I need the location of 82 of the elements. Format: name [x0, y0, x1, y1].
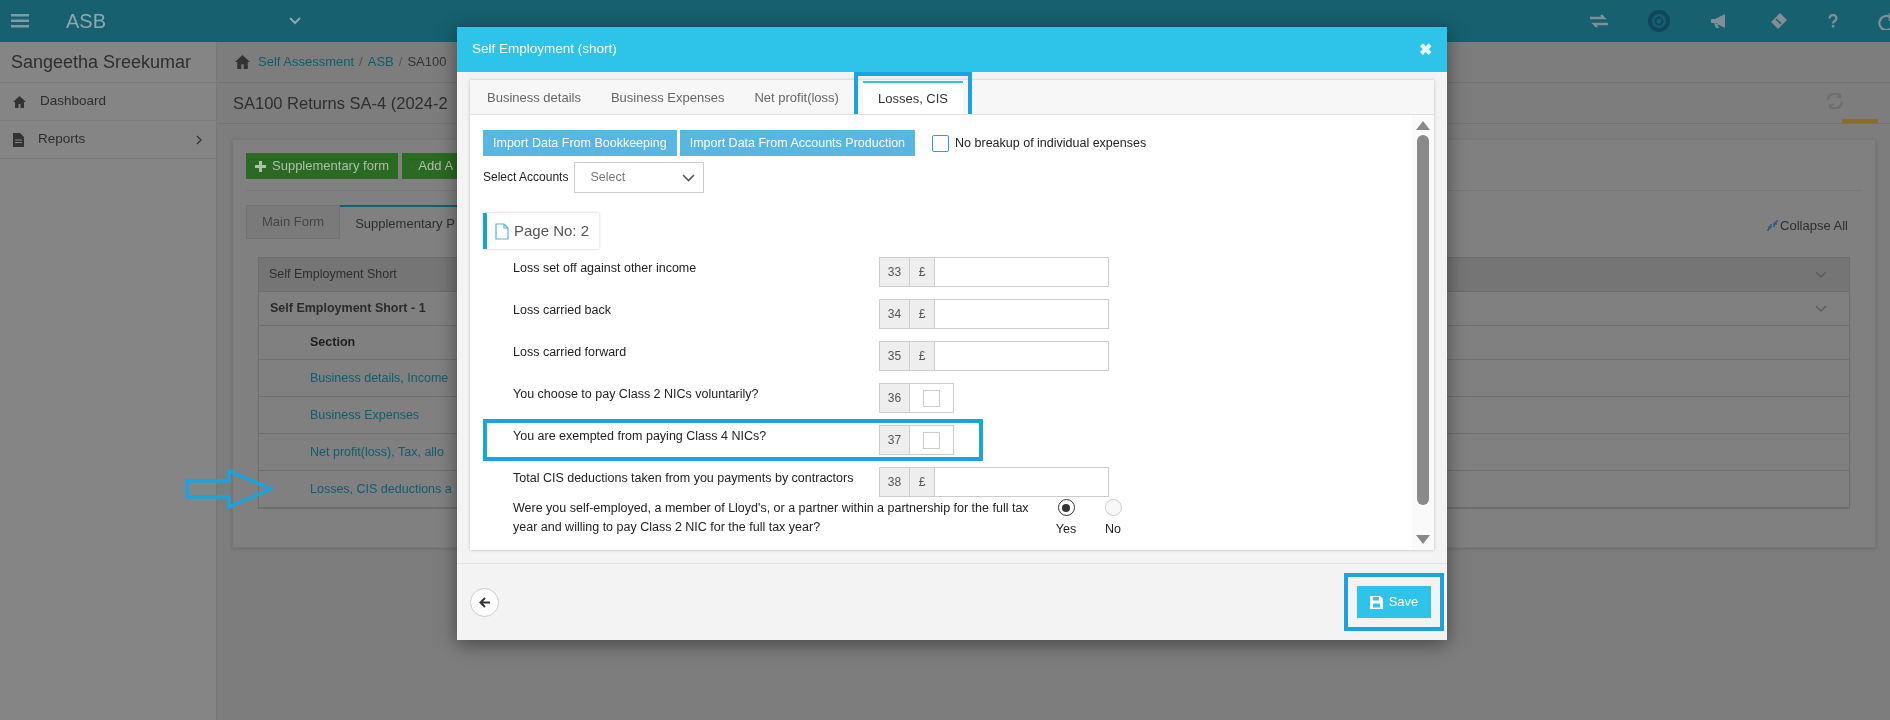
radio-button[interactable] — [1057, 499, 1075, 516]
field-label: Select Accounts — [483, 169, 569, 186]
currency-symbol: £ — [910, 299, 935, 329]
chevron-down-icon — [1815, 271, 1827, 278]
swap-arrows-icon — [1590, 14, 1608, 28]
import-button[interactable]: Import Data From Bookkeeping — [483, 130, 677, 156]
box-number: 37 — [879, 425, 910, 455]
home-icon — [13, 95, 26, 108]
section-link[interactable]: Net profit(loss), Tax, allo — [310, 442, 444, 462]
checkbox-label: No breakup of individual expenses — [955, 134, 1147, 152]
box-number: 38 — [879, 467, 910, 497]
dialog-tab[interactable]: Net profit(loss) — [739, 81, 854, 114]
amount-input[interactable] — [935, 299, 1109, 329]
field-label: You are exempted from paying Class 4 NICs? — [513, 428, 768, 445]
power-icon — [1878, 12, 1890, 30]
chevron-down-icon — [1815, 305, 1827, 312]
sidebar-item[interactable]: Reports — [0, 121, 216, 159]
document-icon — [13, 132, 24, 147]
plus-icon — [255, 160, 266, 172]
ticket-icon — [1770, 12, 1788, 30]
user-name: Sangeetha Sreekumar — [0, 42, 216, 83]
column-header: Section — [310, 334, 356, 352]
breadcrumb-link[interactable]: Self Assessment — [258, 52, 355, 72]
box-number: 33 — [879, 257, 910, 287]
toolbar-button[interactable]: Supplementary form — [246, 153, 399, 179]
arrow-left-icon — [478, 596, 491, 608]
box-number: 34 — [879, 299, 910, 329]
box-number: 36 — [879, 383, 910, 413]
checkbox[interactable] — [923, 389, 940, 407]
breadcrumb-link[interactable]: ASB — [367, 52, 394, 72]
page-number-tag: Page No: 2 — [483, 213, 600, 249]
app-name: ASB — [66, 9, 107, 34]
field-label: You choose to pay Class 2 NICs voluntarily? — [513, 386, 760, 403]
dialog-tab[interactable]: Business details — [472, 81, 596, 114]
checkbox[interactable] — [923, 431, 940, 449]
scrollbar[interactable] — [1412, 115, 1434, 550]
breadcrumb-current: SA100 — [407, 53, 447, 72]
section-link[interactable]: Business details, Income — [310, 368, 449, 388]
amount-input[interactable] — [935, 467, 1109, 497]
collapse-all-link[interactable]: Collapse All — [1767, 215, 1848, 235]
currency-symbol: £ — [910, 341, 935, 371]
menu-icon — [11, 14, 29, 28]
checkbox[interactable] — [932, 134, 950, 152]
collapse-icon — [1767, 219, 1779, 231]
currency-symbol: £ — [910, 257, 935, 287]
dialog-tab[interactable]: Business Expenses — [595, 81, 740, 114]
scroll-down-icon — [1416, 535, 1430, 544]
status-bar — [1842, 119, 1878, 123]
help-icon — [1828, 14, 1838, 28]
field-label: Loss carried forward — [513, 344, 628, 361]
subgroup-header[interactable]: Self Employment Short - 1 — [270, 299, 426, 318]
select-dropdown[interactable]: Select — [574, 162, 705, 193]
field-label: Loss carried back — [513, 302, 612, 319]
field-label: Total CIS deductions taken from you payments by contractors — [513, 470, 855, 487]
dialog-tab[interactable]: Losses, CIS — [862, 81, 964, 114]
sidebar-item[interactable]: Dashboard — [0, 83, 216, 121]
section-link[interactable]: Business Expenses — [310, 405, 420, 425]
back-button[interactable] — [470, 587, 499, 617]
group-header[interactable]: Self Employment Short — [269, 265, 397, 284]
section-link[interactable]: Losses, CIS deductions a — [310, 479, 452, 499]
chevron-down-icon — [289, 17, 302, 25]
page-title: SA100 Returns SA-4 (2024-2 — [233, 92, 448, 114]
chevron-down-icon — [682, 173, 696, 182]
amount-input[interactable] — [935, 257, 1109, 287]
field-label: Loss set off against other income — [513, 260, 698, 277]
radio-option[interactable]: Yes — [1051, 499, 1081, 539]
currency-symbol: £ — [910, 467, 935, 497]
save-button[interactable]: Save — [1357, 586, 1431, 618]
question-text: Were you self-employed, a member of Lloyd's, or a partner within a partnership for the full tax year and willing to pay Class 2 NIC for the full tax year? — [513, 500, 1030, 536]
import-button[interactable]: Import Data From Accounts Production — [679, 130, 916, 156]
breadcrumb-separator: / — [359, 53, 363, 72]
close-button[interactable]: ✖ — [1419, 37, 1432, 62]
c-logo-icon — [1648, 10, 1670, 32]
chevron-right-icon — [196, 134, 202, 145]
box-number: 35 — [879, 341, 910, 371]
dialog-title: Self Employment (short) — [472, 40, 617, 59]
radio-option[interactable]: No — [1098, 499, 1128, 539]
breadcrumb-separator: / — [398, 53, 403, 72]
scroll-up-icon — [1416, 121, 1430, 130]
amount-input[interactable] — [935, 341, 1109, 371]
document-icon — [495, 222, 509, 240]
home-icon — [234, 55, 251, 69]
